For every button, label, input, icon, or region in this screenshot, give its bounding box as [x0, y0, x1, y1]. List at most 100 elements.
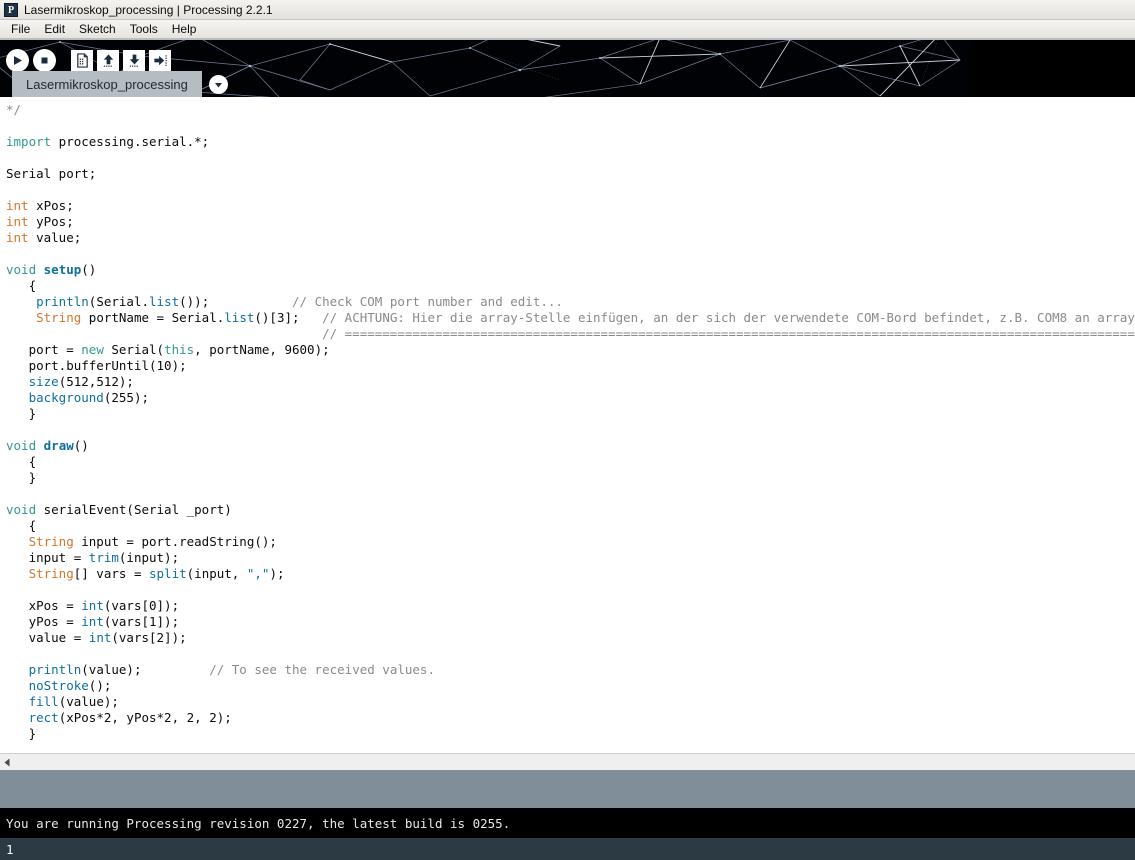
code-line: rect(xPos*2, yPos*2, 2, 2);	[6, 710, 1135, 726]
code-line: import processing.serial.*;	[6, 134, 1135, 150]
code-token: {	[6, 278, 37, 293]
code-token: (255);	[103, 390, 149, 405]
export-right-arrow-icon	[153, 55, 167, 66]
code-token: void	[6, 262, 37, 277]
code-line: String[] vars = split(input, ",");	[6, 566, 1135, 582]
scroll-left-arrow-icon[interactable]	[0, 755, 15, 770]
code-line: println(value); // To see the received v…	[6, 662, 1135, 678]
code-token: trim	[88, 550, 119, 565]
code-token: // ACHTUNG: Hier die array-Stelle einfüg…	[322, 310, 1135, 325]
code-token: void	[6, 502, 37, 517]
code-line: background(255);	[6, 390, 1135, 406]
code-token: println	[28, 662, 82, 677]
menu-item-file[interactable]: File	[4, 21, 37, 38]
code-token: (vars[0]);	[103, 598, 180, 613]
code-token: setup	[43, 262, 82, 277]
code-token: ()	[73, 438, 89, 453]
code-line: int yPos;	[6, 214, 1135, 230]
code-token: ();	[88, 678, 112, 693]
code-token: xPos =	[6, 598, 82, 613]
code-token: String	[36, 310, 82, 325]
code-line: void setup()	[6, 262, 1135, 278]
code-token: );	[269, 566, 285, 581]
processing-logo-icon: P	[4, 2, 18, 17]
code-token: (vars[1]);	[103, 614, 180, 629]
code-token: input = port.readString();	[73, 534, 277, 549]
code-token: // To see the received values.	[209, 662, 435, 677]
source-code[interactable]: */ import processing.serial.*; Serial po…	[0, 97, 1135, 742]
code-token: value;	[28, 230, 82, 245]
code-line: void draw()	[6, 438, 1135, 454]
code-line: {	[6, 454, 1135, 470]
code-token: import	[6, 134, 52, 149]
code-token: String	[28, 534, 74, 549]
code-line: String portName = Serial.list()[3]; // A…	[6, 310, 1135, 326]
menu-item-sketch[interactable]: Sketch	[72, 21, 123, 38]
menu-item-help[interactable]: Help	[165, 21, 204, 38]
code-token: noStroke	[28, 678, 89, 693]
code-editor-area[interactable]: */ import processing.serial.*; Serial po…	[0, 97, 1135, 753]
code-token: input =	[6, 550, 89, 565]
code-token: int	[6, 214, 29, 229]
code-token: */	[6, 102, 22, 117]
code-token: String	[28, 566, 74, 581]
code-line: {	[6, 518, 1135, 534]
code-token: }	[6, 406, 37, 421]
code-token: ","	[246, 566, 270, 581]
line-number-bar: 1	[0, 838, 1135, 860]
menu-item-tools[interactable]: Tools	[123, 21, 165, 38]
code-token: yPos;	[28, 214, 74, 229]
code-line: int value;	[6, 230, 1135, 246]
code-token: }	[6, 726, 37, 741]
code-token: portName = Serial.	[81, 310, 225, 325]
code-line: port.bufferUntil(10);	[6, 358, 1135, 374]
code-token: (value);	[58, 694, 119, 709]
code-token: list	[224, 310, 255, 325]
code-token: fill	[28, 694, 59, 709]
code-token: Serial(	[103, 342, 165, 357]
code-token: size	[28, 374, 59, 389]
code-line: }	[6, 406, 1135, 422]
sketch-tab-active[interactable]: Lasermikroskop_processing	[12, 71, 202, 97]
code-token: (xPos*2, yPos*2, 2, 2);	[58, 710, 232, 725]
menu-bar: File Edit Sketch Tools Help	[0, 20, 1135, 39]
code-token: Serial port;	[6, 166, 97, 181]
code-token: value =	[6, 630, 89, 645]
console-output[interactable]: You are running Processing revision 0227…	[0, 808, 1135, 838]
menu-item-edit[interactable]: Edit	[37, 21, 72, 38]
editor-horizontal-scrollbar[interactable]	[0, 753, 1135, 770]
code-line: noStroke();	[6, 678, 1135, 694]
code-token: (input,	[186, 566, 247, 581]
code-line: int xPos;	[6, 198, 1135, 214]
code-token: rect	[28, 710, 59, 725]
stop-square-icon	[41, 57, 48, 64]
code-token: new	[81, 342, 104, 357]
code-token: xPos;	[28, 198, 74, 213]
console-message: You are running Processing revision 0227…	[6, 815, 511, 831]
code-line: port = new Serial(this, portName, 9600);	[6, 342, 1135, 358]
code-line: input = trim(input);	[6, 550, 1135, 566]
code-line: }	[6, 726, 1135, 742]
code-token: int	[6, 230, 29, 245]
code-token: int	[88, 630, 112, 645]
code-token: // =====================================…	[322, 326, 1135, 341]
tab-menu-button[interactable]	[208, 75, 228, 94]
code-token: (input);	[118, 550, 180, 565]
code-token: yPos =	[6, 614, 82, 629]
chevron-down-icon	[214, 83, 222, 88]
